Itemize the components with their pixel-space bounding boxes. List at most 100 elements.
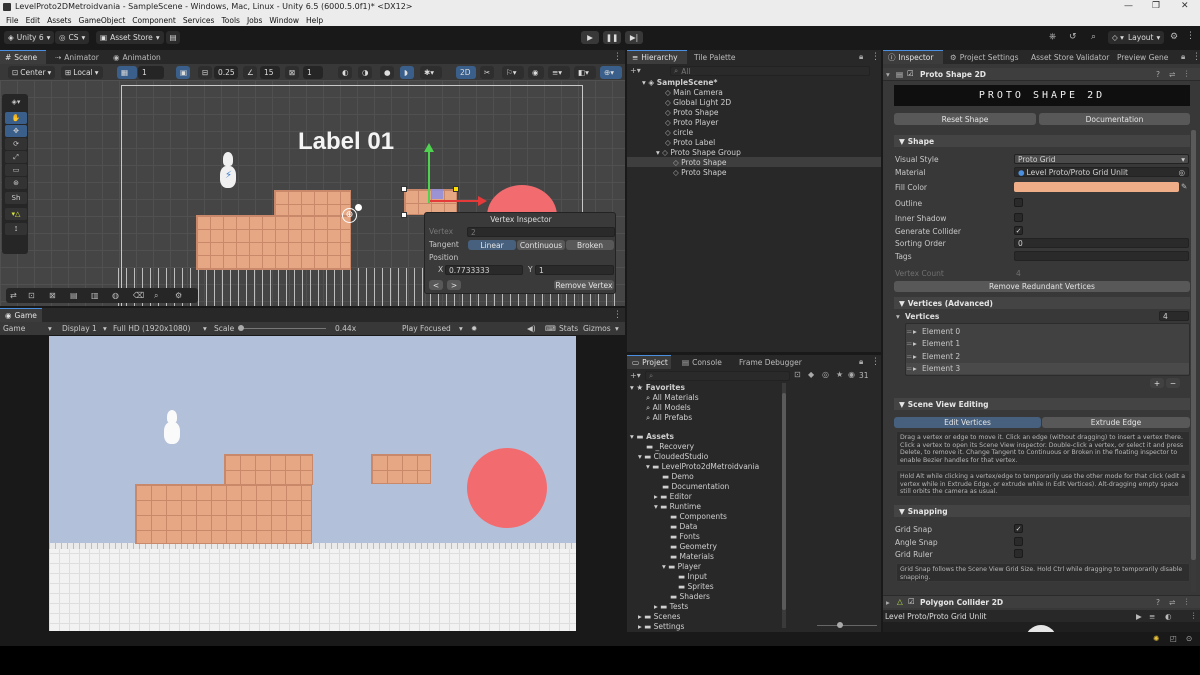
angle-value-field[interactable]: 15: [260, 66, 280, 79]
move-x-axis-handle[interactable]: [430, 200, 480, 202]
package-icon[interactable]: ▤: [166, 31, 180, 44]
snapping-section-header[interactable]: ▼ Snapping: [894, 505, 1190, 517]
hierarchy-item[interactable]: ◇ Global Light 2D: [665, 98, 731, 107]
vertex-handle-1[interactable]: [401, 212, 407, 218]
rotate-tool-icon[interactable]: ⟳: [5, 138, 27, 150]
scale-snap-icon[interactable]: ⊠: [285, 66, 299, 79]
light-icon[interactable]: ◐: [1165, 612, 1172, 621]
menu-assets[interactable]: Assets: [47, 16, 71, 25]
folder-item[interactable]: ▸ ▬ Settings: [638, 622, 684, 631]
tab-tile-palette[interactable]: Tile Palette: [689, 50, 741, 64]
more-icon[interactable]: ⋮: [1192, 52, 1200, 62]
menu-help[interactable]: Help: [306, 16, 323, 25]
hierarchy-item[interactable]: ◇ Proto Shape: [665, 108, 718, 117]
close-icon[interactable]: ✕: [1181, 1, 1189, 11]
hand-tool-icon[interactable]: ✋: [5, 112, 27, 124]
fill-icon[interactable]: ▥: [91, 291, 112, 300]
favorite-item[interactable]: ⌕ All Materials: [646, 393, 699, 403]
outline-checkbox[interactable]: [1014, 198, 1023, 207]
generate-collider-checkbox[interactable]: ✓: [1014, 226, 1023, 235]
cache-icon[interactable]: ⊙: [1186, 634, 1192, 643]
scale-slider[interactable]: [238, 328, 326, 329]
presets-icon[interactable]: ⇌: [1169, 70, 1175, 79]
lock-icon[interactable]: 🔒︎: [859, 52, 863, 62]
folder-item[interactable]: ▬ Fonts: [670, 532, 700, 541]
hierarchy-item[interactable]: ◇ circle: [665, 128, 693, 137]
play-mode-select[interactable]: Play Focused: [402, 324, 451, 333]
folder-item[interactable]: ▬ Shaders: [670, 592, 710, 601]
angle-snap-checkbox[interactable]: [1014, 537, 1023, 546]
eyedropper-icon[interactable]: ✎: [1181, 182, 1187, 191]
more-icon[interactable]: ⋮: [1190, 611, 1198, 620]
custom-tool-icon[interactable]: ▾△: [5, 208, 27, 220]
hierarchy-item[interactable]: ◇ Proto Label: [665, 138, 715, 147]
player-sprite[interactable]: ⚡: [219, 152, 237, 192]
snap-toggle-icon[interactable]: ▣: [176, 66, 190, 79]
brush-icon[interactable]: ▤: [70, 291, 91, 300]
play-icon[interactable]: ▶: [1136, 612, 1142, 621]
inner-shadow-checkbox[interactable]: [1014, 213, 1023, 222]
maximize-icon[interactable]: ❐: [1152, 1, 1160, 11]
enabled-checkbox[interactable]: ☑: [908, 597, 915, 606]
minimize-icon[interactable]: —: [1124, 1, 1133, 11]
remove-vertex-button[interactable]: Remove Vertex: [554, 280, 614, 290]
more-icon[interactable]: ⋮: [871, 357, 880, 367]
folder-item[interactable]: ▸ ▬ Scenes: [638, 612, 680, 621]
visual-style-dropdown[interactable]: Proto Grid ▾: [1014, 154, 1189, 164]
settings-icon[interactable]: ⚙: [175, 291, 193, 300]
extrude-edge-button[interactable]: Extrude Edge: [1042, 417, 1190, 428]
folder-item[interactable]: ▬ Geometry: [670, 542, 717, 551]
tangent-linear-button[interactable]: Linear: [468, 240, 516, 250]
folder-item[interactable]: ▾ ▬ Player: [662, 562, 701, 571]
box-icon[interactable]: ⊡: [28, 291, 49, 300]
hierarchy-search-input[interactable]: ⌕ All: [670, 66, 870, 76]
menu-file[interactable]: File: [6, 16, 19, 25]
scene-viewport[interactable]: Label 01 ⚡ ⊕ Vertex Inspector Vertex 2 T…: [0, 80, 625, 306]
console-status-icon[interactable]: ◰: [1170, 634, 1177, 643]
folder-item[interactable]: ▬ Documentation: [662, 482, 729, 491]
hierarchy-item[interactable]: ◇ Main Camera: [665, 88, 723, 97]
resolution-select[interactable]: Full HD (1920x1080): [113, 324, 190, 333]
remove-redundant-button[interactable]: Remove Redundant Vertices: [894, 281, 1190, 292]
pause-button[interactable]: ❚❚: [603, 31, 621, 44]
more-icon[interactable]: ⋮: [613, 310, 622, 320]
tab-hierarchy[interactable]: ≡ Hierarchy: [627, 50, 687, 64]
icon-size-slider-thumb[interactable]: [837, 622, 843, 628]
documentation-button[interactable]: Documentation: [1039, 113, 1190, 125]
tab-inspector[interactable]: ⓘ Inspector: [883, 50, 943, 64]
step-button[interactable]: ▶|: [625, 31, 643, 44]
asset-store-button[interactable]: ▣ Asset Store ▾: [96, 31, 164, 44]
grid-snap-checkbox[interactable]: ✓: [1014, 524, 1023, 533]
vertex-element[interactable]: Element 0: [922, 327, 960, 336]
shading-icon[interactable]: ◐: [338, 66, 352, 79]
more-icon[interactable]: ⋮: [871, 52, 880, 62]
vertices-section-header[interactable]: ▼ Vertices (Advanced): [894, 297, 1190, 309]
layers-visibility-icon[interactable]: ≡▾: [548, 66, 570, 79]
camera-icon[interactable]: ◧▾: [574, 66, 596, 79]
increment-icon[interactable]: ⊟: [198, 66, 212, 79]
y-field[interactable]: 1: [535, 265, 614, 275]
remove-element-button[interactable]: −: [1166, 378, 1180, 388]
moon-icon[interactable]: ◗: [400, 66, 414, 79]
tags-field[interactable]: [1014, 251, 1189, 261]
project-search-input[interactable]: ⌕: [645, 371, 790, 381]
edit-collider-icon[interactable]: ⟟: [5, 223, 27, 235]
gizmos-button[interactable]: Gizmos: [583, 324, 611, 333]
folder-item[interactable]: ▬ Demo: [662, 472, 694, 481]
filter-type-icon[interactable]: ⊡: [794, 370, 801, 379]
folder-item[interactable]: ▾ ▬ LevelProto2dMetroidvania: [646, 462, 759, 471]
grid-size-field[interactable]: 1: [138, 66, 164, 79]
tab-project-settings[interactable]: ⚙ Project Settings: [945, 50, 1024, 64]
presets-icon[interactable]: ⇌: [1169, 598, 1175, 607]
pivot-dropdown[interactable]: ⊡ Center ▾: [8, 66, 56, 79]
grid-toggle-icon[interactable]: ▦: [117, 66, 137, 79]
tab-frame-debugger[interactable]: Frame Debugger: [734, 355, 807, 369]
drag-handle-icon[interactable]: =: [906, 339, 912, 348]
scene-label[interactable]: Label 01: [298, 128, 394, 156]
project-scrollbar-thumb[interactable]: [782, 393, 786, 610]
sh-tool-button[interactable]: Sh: [5, 192, 27, 204]
folder-item[interactable]: ▬ Sprites: [678, 582, 714, 591]
scale-tool-icon[interactable]: ⤢: [5, 151, 27, 163]
visibility-icon[interactable]: ◉: [528, 66, 544, 79]
enabled-checkbox[interactable]: ☑: [907, 69, 914, 78]
